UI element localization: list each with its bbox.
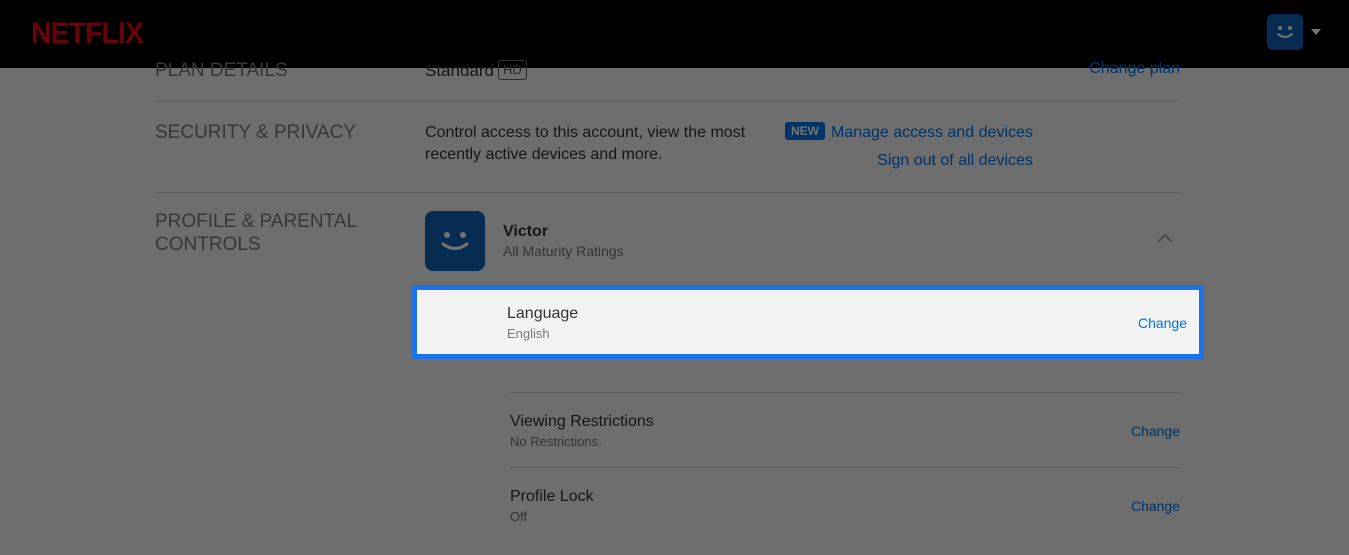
change-link[interactable]: Change: [1138, 315, 1187, 331]
highlighted-language-row: Language English Change: [412, 285, 1204, 359]
dim-overlay: [0, 0, 1349, 555]
row-value: English: [507, 326, 1138, 341]
row-title: Language: [507, 305, 1138, 323]
